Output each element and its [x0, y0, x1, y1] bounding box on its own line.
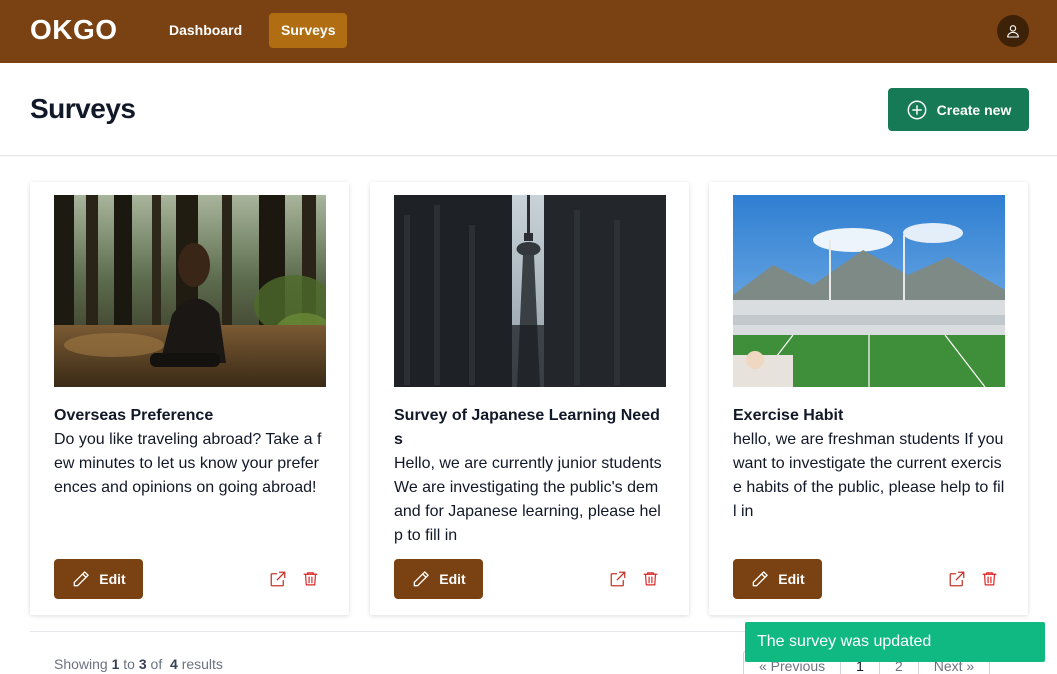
survey-card: Survey of Japanese Learning Needs Hello,… [370, 182, 689, 615]
results-summary: Showing 1 to 3 of 4 results [54, 656, 223, 672]
page-title: Surveys [30, 93, 136, 124]
survey-image [733, 195, 1005, 387]
survey-description: Do you like traveling abroad? Take a few… [54, 431, 322, 496]
nav-surveys[interactable]: Surveys [269, 13, 348, 48]
trash-icon[interactable] [642, 569, 659, 588]
edit-survey-button[interactable]: Edit [394, 559, 483, 599]
page-header: Surveys Create new [0, 63, 1057, 156]
create-new-label: Create new [936, 101, 1012, 118]
edit-label: Edit [439, 571, 466, 587]
create-new-button[interactable]: Create new [888, 88, 1029, 131]
edit-label: Edit [778, 571, 805, 587]
edit-label: Edit [99, 571, 126, 587]
survey-image [54, 195, 326, 387]
user-icon [1007, 25, 1019, 38]
survey-title: Survey of Japanese Learning Needs [394, 407, 660, 448]
plus-circle-icon [907, 100, 927, 119]
survey-description: Hello, we are currently junior students … [394, 455, 662, 544]
pencil-icon [73, 571, 90, 587]
survey-list: Overseas Preference Do you like travelin… [0, 157, 1057, 674]
external-link-icon[interactable] [609, 570, 627, 588]
edit-survey-button[interactable]: Edit [54, 559, 143, 599]
survey-card: Exercise Habit hello, we are freshman st… [709, 182, 1028, 615]
pencil-icon [413, 571, 430, 587]
edit-survey-button[interactable]: Edit [733, 559, 822, 599]
trash-icon[interactable] [981, 569, 998, 588]
top-navbar: OKGO Dashboard Surveys [0, 0, 1057, 63]
app-logo[interactable]: OKGO [30, 14, 118, 46]
nav-dashboard[interactable]: Dashboard [157, 13, 254, 48]
survey-description: hello, we are freshman students If you w… [733, 431, 1005, 520]
user-menu-button[interactable] [997, 15, 1029, 47]
survey-image [394, 195, 666, 387]
pencil-icon [752, 571, 769, 587]
trash-icon[interactable] [302, 569, 319, 588]
survey-title: Exercise Habit [733, 407, 844, 424]
survey-card: Overseas Preference Do you like travelin… [30, 182, 349, 615]
external-link-icon[interactable] [948, 570, 966, 588]
success-toast: The survey was updated [745, 622, 1045, 662]
external-link-icon[interactable] [269, 570, 287, 588]
survey-title: Overseas Preference [54, 407, 214, 424]
